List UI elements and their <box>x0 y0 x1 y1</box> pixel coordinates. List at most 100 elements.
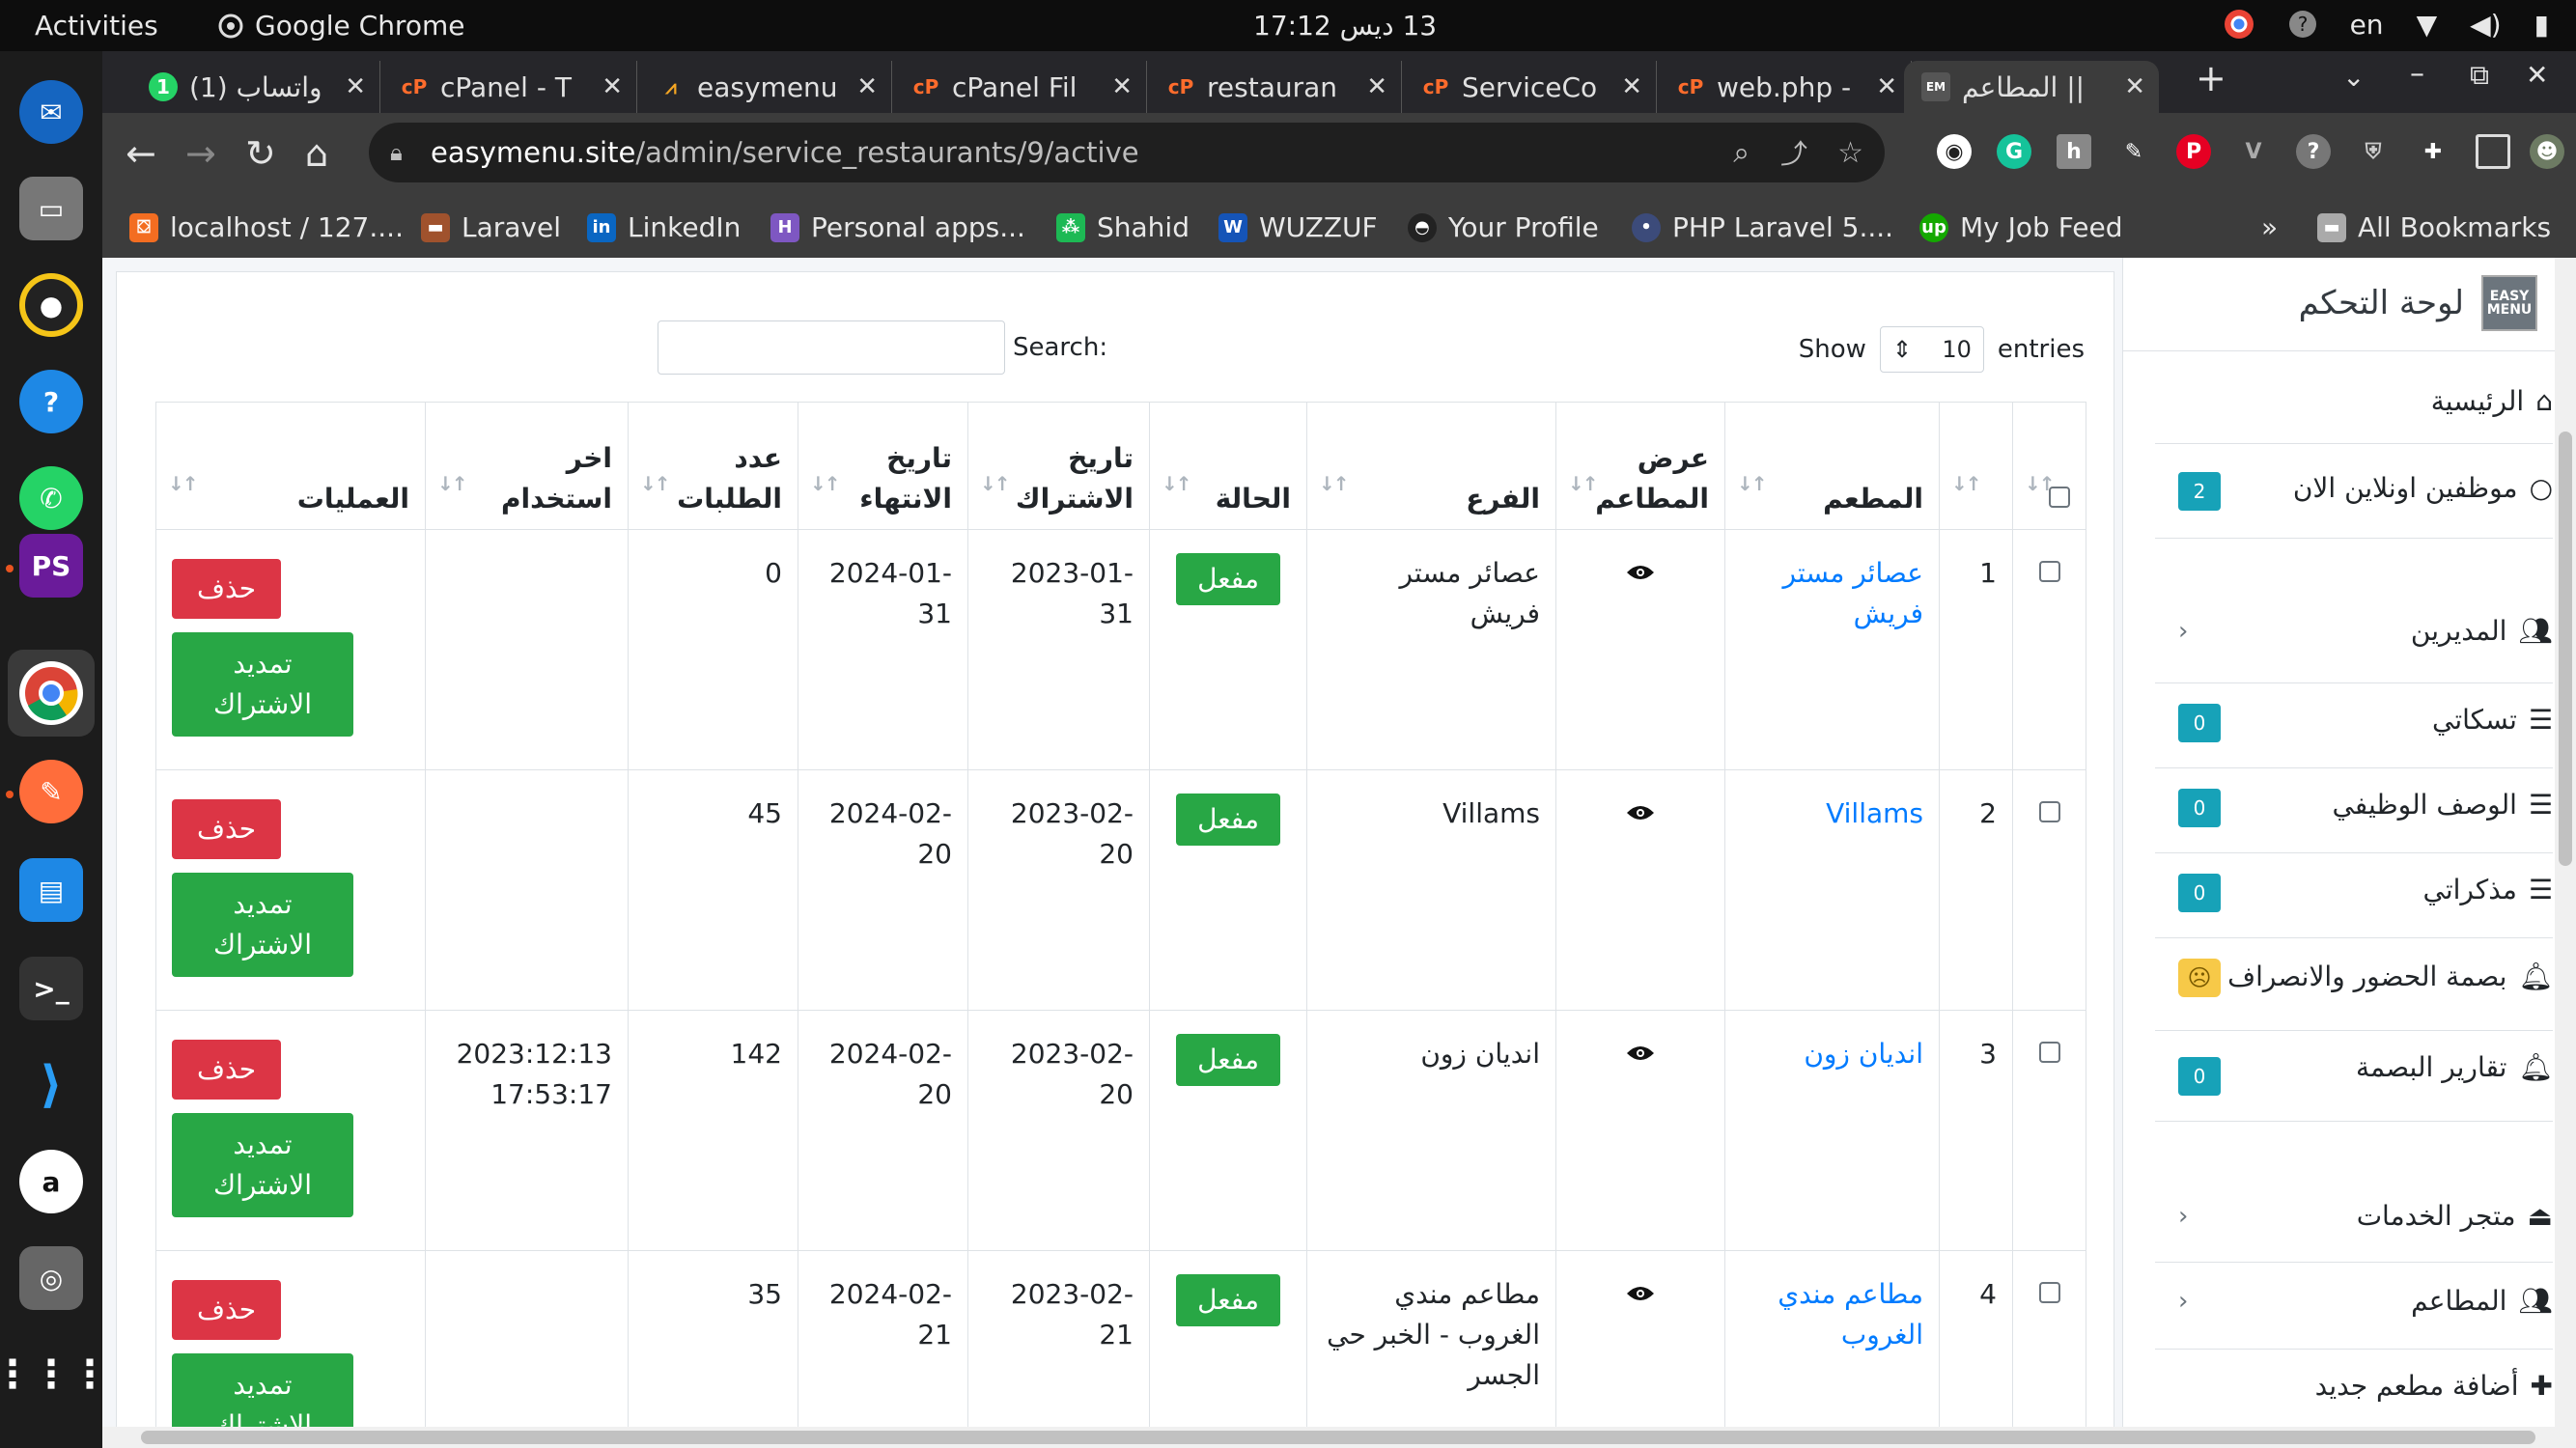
tab-cpanel-files[interactable]: cP cPanel Fil ✕ <box>894 61 1147 113</box>
tab-serviceco[interactable]: cP ServiceCo ✕ <box>1404 61 1657 113</box>
bookmark-wuzzuf[interactable]: W WUZZUF <box>1218 211 1378 243</box>
forward-icon[interactable]: → <box>185 132 216 175</box>
status-badge[interactable]: مفعل <box>1176 553 1280 605</box>
show-apps-icon[interactable]: ⋮⋮⋮ <box>0 1343 109 1406</box>
sidebar-item-restaurants[interactable]: 👥︎ المطاعم ‹ <box>2155 1285 2553 1317</box>
sidebar-item-services-store[interactable]: ⏏ متجر الخدمات ‹ <box>2155 1200 2553 1232</box>
sort-icon[interactable]: ↑↓ <box>168 463 198 504</box>
volume-icon[interactable]: ◀) <box>2470 9 2501 41</box>
id-header[interactable]: ↑↓ <box>1939 402 2013 530</box>
star-icon[interactable]: ☆ <box>1837 136 1863 170</box>
delete-button[interactable]: حذف <box>172 1280 282 1340</box>
postman-icon[interactable]: ✎ <box>19 760 83 823</box>
sort-icon[interactable]: ↑↓ <box>810 463 840 504</box>
sidebar-item-job-description[interactable]: ☰ الوصف الوظيفي 0 <box>2155 789 2553 827</box>
help-tray-icon[interactable]: ? <box>2288 10 2317 39</box>
horizontal-scrollbar[interactable] <box>102 1427 2555 1448</box>
sort-icon[interactable]: ↑↓ <box>1162 463 1191 504</box>
reload-icon[interactable]: ↻ <box>245 132 276 175</box>
shield-icon[interactable]: ⛨ <box>2356 134 2391 169</box>
sidebar-item-notes[interactable]: ☰ مذكراتي 0 <box>2155 874 2553 912</box>
grammarly-icon[interactable]: G <box>1997 134 2031 169</box>
orders-header[interactable]: عدد الطلبات ↑↓ <box>628 402 798 530</box>
tab-easymenu[interactable]: ⩘ easymenu ✕ <box>639 61 892 113</box>
sidebar-item-attendance-reports[interactable]: 🔔︎ تقارير البصمة 0 <box>2155 1051 2553 1096</box>
row-checkbox[interactable] <box>2038 1282 2060 1303</box>
search-input[interactable] <box>658 320 1005 375</box>
extend-subscription-button[interactable]: تمديد الاشتراك <box>172 1113 353 1217</box>
close-tab-icon[interactable]: ✕ <box>2124 72 2145 101</box>
close-tab-icon[interactable]: ✕ <box>1111 72 1133 101</box>
close-tab-icon[interactable]: ✕ <box>1876 72 1897 101</box>
row-select[interactable] <box>2012 529 2086 770</box>
extension-icon-3[interactable]: h <box>2057 134 2091 169</box>
sidebar-item-home[interactable]: ⌂ الرئيسية <box>2155 385 2553 417</box>
close-tab-icon[interactable]: ✕ <box>1366 72 1387 101</box>
close-tab-icon[interactable]: ✕ <box>345 72 366 101</box>
close-tab-icon[interactable]: ✕ <box>856 72 878 101</box>
bookmark-shahid[interactable]: ⁂ Shahid <box>1056 211 1190 243</box>
whatsapp-icon[interactable]: ✆ <box>19 466 83 530</box>
end-date-header[interactable]: تاريخ الانتهاء ↑↓ <box>798 402 968 530</box>
sidebar-item-tasks[interactable]: ☰ تسكاتي 0 <box>2155 704 2553 742</box>
row-select[interactable] <box>2012 769 2086 1011</box>
restaurant-link[interactable]: انديان زون <box>1804 1038 1923 1070</box>
sort-icon[interactable]: ↑↓ <box>1319 463 1349 504</box>
extension-icon-7[interactable]: ? <box>2296 134 2331 169</box>
system-tray[interactable]: ? en ▼ ◀) ▮ <box>2223 8 2549 41</box>
restaurant-header[interactable]: المطعم ↑↓ <box>1724 402 1940 530</box>
sort-icon[interactable]: ↑↓ <box>1951 463 1981 504</box>
bookmark-laravel[interactable]: ▬ Laravel <box>421 211 561 243</box>
sidebar-item-managers[interactable]: 👥︎ المديرين ‹ <box>2155 615 2553 647</box>
delete-button[interactable]: حذف <box>172 799 282 859</box>
rhythmbox-icon[interactable]: ● <box>19 273 83 337</box>
clock[interactable]: 17:12 ‫13 ديس‬ <box>1253 10 1437 42</box>
activities-button[interactable]: Activities <box>35 10 158 42</box>
vscode-icon[interactable]: ⟩ <box>19 1053 83 1117</box>
status-badge[interactable]: مفعل <box>1176 1274 1280 1326</box>
sort-icon[interactable]: ↑↓ <box>2025 463 2055 504</box>
home-browser-icon[interactable]: ⌂ <box>305 132 328 175</box>
tab-restaurant[interactable]: cP restauran ✕ <box>1149 61 1402 113</box>
entries-select[interactable]: ⇕ 10 <box>1879 326 1984 373</box>
bookmark-my-job-feed[interactable]: up My Job Feed <box>1919 211 2123 243</box>
close-window-icon[interactable]: ✕ <box>2526 59 2548 91</box>
wifi-icon[interactable]: ▼ <box>2417 9 2438 41</box>
extend-subscription-button[interactable]: تمديد الاشتراك <box>172 873 353 977</box>
extension-icon-1[interactable]: ◉ <box>1937 134 1972 169</box>
tab-webphp[interactable]: cP web.php - ✕ <box>1659 61 1912 113</box>
minimize-icon[interactable]: – <box>2410 57 2424 91</box>
extensions-puzzle-icon[interactable]: ✚ <box>2416 134 2450 169</box>
scroll-thumb[interactable] <box>2559 432 2572 866</box>
bookmark-localhost[interactable]: ⛋ localhost / 127.... <box>129 211 404 243</box>
pinterest-icon[interactable]: P <box>2176 134 2211 169</box>
operations-header[interactable]: العمليات ↑↓ <box>155 402 426 530</box>
vertical-scrollbar[interactable] <box>2555 258 2576 1448</box>
phpstorm-icon[interactable]: PS <box>19 534 83 598</box>
terminal-icon[interactable]: >_ <box>19 957 83 1020</box>
restaurant-link[interactable]: Villams <box>1826 797 1923 829</box>
scroll-thumb[interactable] <box>141 1431 2535 1444</box>
zoom-icon[interactable]: ⌕ <box>1733 136 1750 170</box>
battery-icon[interactable]: ▮ <box>2534 9 2549 41</box>
sort-icon[interactable]: ↑↓ <box>640 463 670 504</box>
row-select[interactable] <box>2012 1250 2086 1448</box>
last-use-header[interactable]: اخر استخدام ↑↓ <box>425 402 629 530</box>
lock-icon[interactable]: 🔒︎ <box>390 139 403 166</box>
row-select[interactable] <box>2012 1010 2086 1251</box>
chrome-tray-icon[interactable] <box>2223 8 2255 41</box>
brand[interactable]: EASY MENU لوحة التحكم <box>2299 275 2537 331</box>
branch-header[interactable]: الفرع ↑↓ <box>1306 402 1556 530</box>
keyboard-language[interactable]: en <box>2350 9 2384 41</box>
view-restaurants-header[interactable]: عرض المطاعم ↑↓ <box>1555 402 1725 530</box>
share-icon[interactable]: ⤴ <box>1780 133 1807 172</box>
back-icon[interactable]: ← <box>126 132 156 175</box>
trash-icon[interactable]: ◎ <box>19 1246 83 1310</box>
all-bookmarks[interactable]: ▬ All Bookmarks <box>2317 211 2551 243</box>
sidebar-item-add-restaurant[interactable]: ✚ أضافة مطعم جديد <box>2155 1370 2553 1402</box>
row-checkbox[interactable] <box>2038 801 2060 822</box>
sidebar-item-online-staff[interactable]: ○ موظفين اونلاين الان 2 <box>2155 472 2553 511</box>
restaurant-link[interactable]: عصائر مستر فريش <box>1782 557 1923 629</box>
status-badge[interactable]: مفعل <box>1176 794 1280 846</box>
close-tab-icon[interactable]: ✕ <box>1621 72 1642 101</box>
